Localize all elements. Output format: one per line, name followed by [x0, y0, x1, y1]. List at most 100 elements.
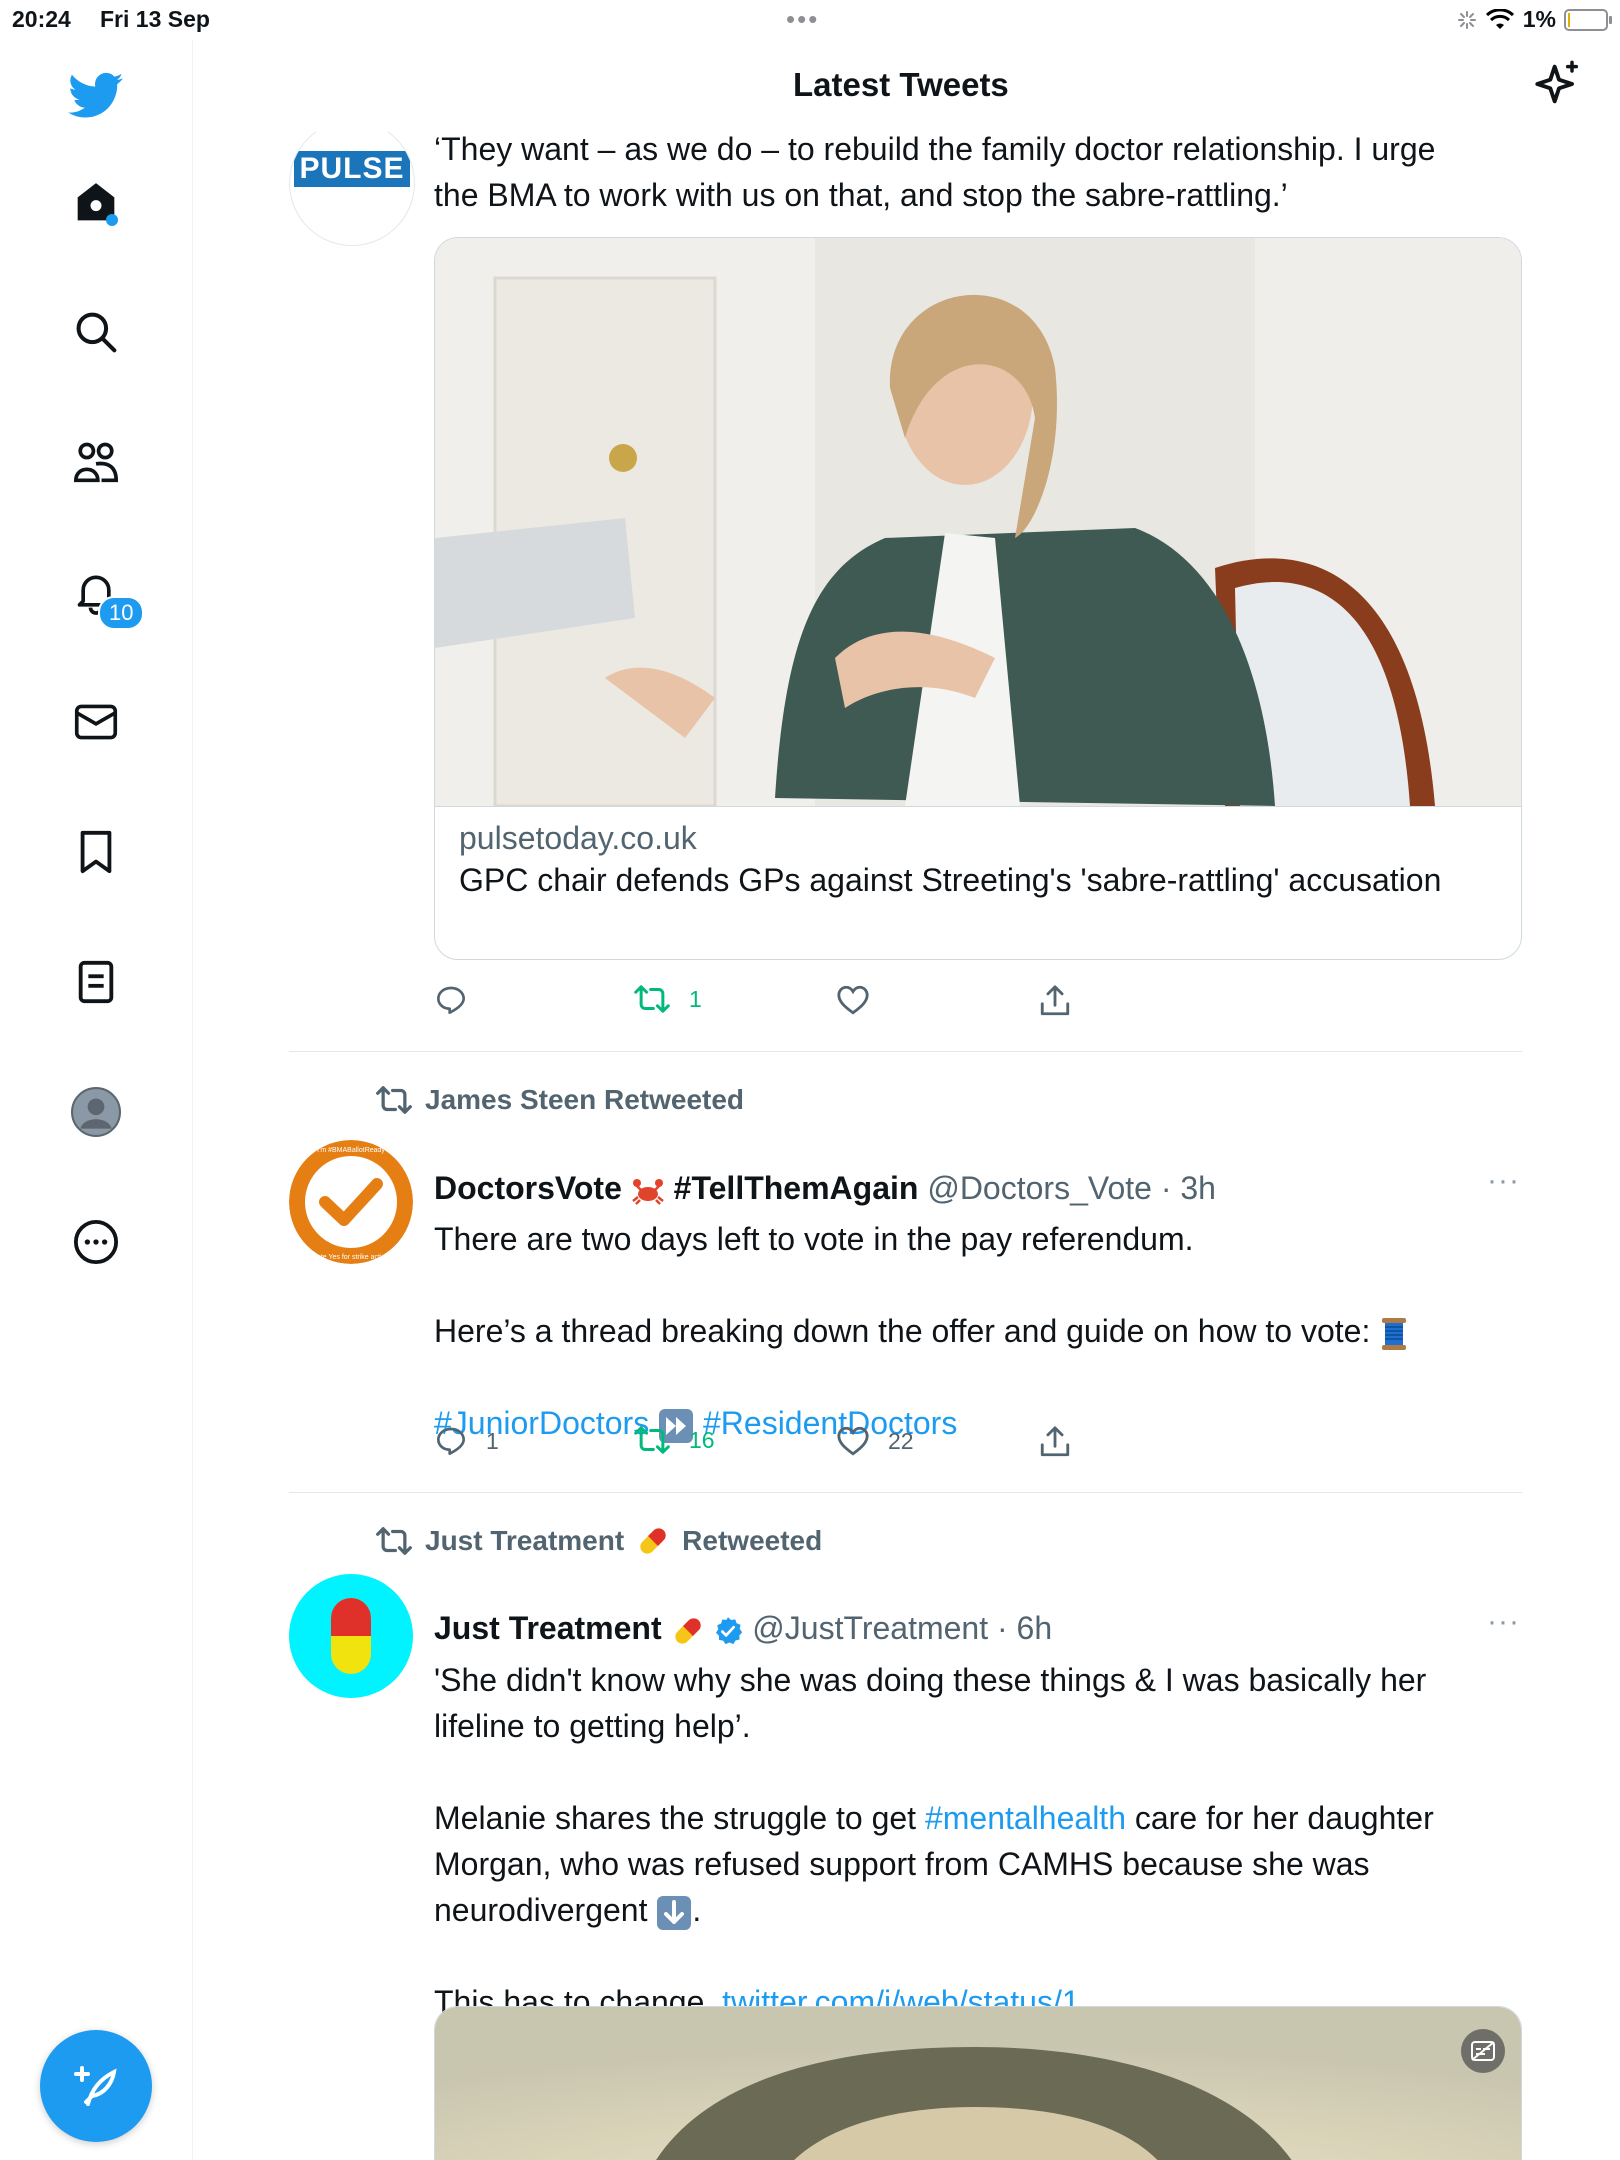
- crab-emoji-icon: [631, 1178, 664, 1205]
- verified-badge-icon: [716, 1616, 743, 1644]
- multitasking-dots-icon[interactable]: •••: [786, 4, 819, 35]
- tweet2-author-line[interactable]: DoctorsVote #TellThemAgain @Doctors_Vote…: [434, 1170, 1216, 1207]
- retweet-icon: [634, 985, 670, 1013]
- justtreatment-avatar[interactable]: [289, 1574, 413, 1698]
- avatar-badge-text-top: I'm #BMABallotReady: [317, 1147, 385, 1154]
- tweet1-retweet-count: 1: [689, 985, 702, 1012]
- tweet2-retweeted-by[interactable]: James Steen Retweeted: [375, 1084, 744, 1116]
- pulse-avatar[interactable]: PULSE: [289, 120, 415, 246]
- loading-spinner-icon: [1457, 10, 1476, 29]
- timeline-sparkle-icon[interactable]: [1533, 58, 1585, 115]
- tweet2-more-options-icon[interactable]: ···: [1487, 1164, 1520, 1198]
- tweet2-retweet-button[interactable]: 16: [633, 1425, 715, 1455]
- tweet2-reply-count: 1: [486, 1427, 499, 1454]
- retweet-small-icon: [376, 1086, 412, 1114]
- like-heart-icon: [837, 985, 869, 1015]
- status-bar: 20:24 Fri 13 Sep ••• 1%: [0, 0, 1620, 40]
- tweet3-author-name[interactable]: Just Treatment: [434, 1610, 662, 1646]
- reply-icon: [437, 986, 465, 1014]
- video-thumbnail: [435, 2007, 1521, 2160]
- pulse-logo-text: PULSE: [294, 151, 410, 187]
- share-icon: [1040, 985, 1070, 1016]
- pill-emoji-icon: [674, 1617, 701, 1644]
- page-title: Latest Tweets: [793, 66, 1009, 103]
- tweet2-line1: There are two days left to vote in the p…: [434, 1221, 1194, 1257]
- captions-toggle-icon[interactable]: [1461, 2029, 1505, 2073]
- card-title: GPC chair defends GPs against Streeting'…: [459, 862, 1442, 898]
- tweet3-retweeter-name: Just Treatment: [425, 1525, 625, 1556]
- tweet2-hashtags-row: #JuniorDoctors #ResidentDoctors: [434, 1400, 1514, 1446]
- down-arrow-emoji-icon: [657, 1895, 692, 1930]
- tweet2-share-button[interactable]: [1039, 1425, 1071, 1459]
- nav-bookmarks-icon[interactable]: [68, 824, 124, 880]
- tweet1-text-line2: the BMA to work with us on that, and sto…: [434, 177, 1288, 213]
- link-card[interactable]: pulsetoday.co.uk GPC chair defends GPs a…: [434, 237, 1522, 960]
- sidebar: 10: [0, 40, 193, 2160]
- tweet2-retweeted-by-text: James Steen Retweeted: [425, 1084, 745, 1115]
- tweet3-more-options-icon[interactable]: ···: [1487, 1605, 1520, 1639]
- tweet3-para2-pre: Melanie shares the struggle to get: [434, 1800, 925, 1836]
- nav-search-icon[interactable]: [68, 304, 124, 360]
- tweet2-handle[interactable]: @Doctors_Vote: [927, 1170, 1152, 1206]
- tweet3-para2-line3: neurodivergent: [434, 1892, 648, 1928]
- notification-badge: 10: [98, 596, 145, 630]
- tweet3-para2-line1: Melanie shares the struggle to get #ment…: [434, 1795, 1534, 1841]
- tweet-divider: [289, 1492, 1522, 1493]
- compose-tweet-button[interactable]: [40, 2030, 152, 2142]
- tweet1-text: ‘They want – as we do – to rebuild the f…: [434, 126, 1435, 218]
- tweet1-like-button[interactable]: [836, 984, 870, 1016]
- tweet3-para2-post: care for her daughter: [1125, 1800, 1434, 1836]
- nav-lists-icon[interactable]: [68, 954, 124, 1010]
- thread-spool-emoji-icon: [1382, 1317, 1407, 1350]
- tweet2-reply-button[interactable]: 1: [434, 1425, 499, 1457]
- tweet1-text-line1: ‘They want – as we do – to rebuild the f…: [434, 131, 1436, 167]
- tweet3-text: 'She didn't know why she was doing these…: [434, 1657, 1534, 2025]
- tweet2-line2-row: Here’s a thread breaking down the offer …: [434, 1308, 1514, 1354]
- nav-messages-icon[interactable]: [68, 694, 124, 750]
- home-unread-dot: [106, 214, 118, 226]
- tweet3-retweeted-suffix: Retweeted: [682, 1525, 823, 1556]
- article-photo: [435, 238, 1521, 807]
- tweet3-author-line[interactable]: Just Treatment @JustTreatment · 6h: [434, 1610, 1052, 1648]
- retweet-icon: [634, 1426, 670, 1454]
- tweet1-reply-button[interactable]: [434, 984, 468, 1016]
- tweet3-time[interactable]: 6h: [1017, 1610, 1053, 1646]
- hashtag-mentalhealth[interactable]: #mentalhealth: [925, 1800, 1126, 1836]
- tweet3-handle[interactable]: @JustTreatment: [752, 1610, 988, 1646]
- tweet2-text: There are two days left to vote in the p…: [434, 1216, 1514, 1446]
- tweet2-time[interactable]: 3h: [1180, 1170, 1216, 1206]
- doctorsvote-avatar[interactable]: I'm #BMABallotReady Vote Yes for strike …: [289, 1140, 413, 1264]
- avatar-badge-text-bottom: Vote Yes for strike action: [313, 1254, 390, 1261]
- tweet3-retweeted-by[interactable]: Just Treatment Retweeted: [375, 1524, 822, 1558]
- tweet2-retweet-count: 16: [689, 1426, 715, 1453]
- status-right: 1%: [1457, 6, 1612, 33]
- hashtag-resident-doctors[interactable]: #ResidentDoctors: [703, 1405, 957, 1441]
- top-header: Latest Tweets: [193, 40, 1620, 132]
- tweet3-para2-end: .: [692, 1892, 702, 1928]
- retweet-small-icon: [376, 1527, 412, 1555]
- nav-communities-icon[interactable]: [68, 434, 124, 490]
- reply-icon: [437, 1427, 465, 1455]
- pill-emoji-icon: [640, 1528, 666, 1554]
- timeline-feed[interactable]: PULSE ‘They want – as we do – to rebuild…: [193, 40, 1620, 2160]
- tweet3-para2-line3-row: neurodivergent .: [434, 1887, 1534, 1933]
- tweet2-name-hashtag[interactable]: #TellThemAgain: [674, 1170, 919, 1206]
- status-date: Fri 13 Sep: [100, 6, 210, 32]
- battery-icon: [1564, 8, 1612, 31]
- battery-percent: 1%: [1522, 6, 1556, 32]
- tweet-divider: [289, 1051, 1522, 1052]
- tweet1-share-button[interactable]: [1039, 984, 1071, 1018]
- tweet3-video-media[interactable]: [434, 2006, 1522, 2160]
- nav-profile-avatar-icon[interactable]: [68, 1084, 124, 1140]
- twitter-logo-icon[interactable]: [68, 68, 124, 124]
- tweet3-para2-line2: Morgan, who was refused support from CAM…: [434, 1846, 1370, 1882]
- tweet2-like-count: 22: [888, 1427, 914, 1454]
- tweet2-line2: Here’s a thread breaking down the offer …: [434, 1313, 1371, 1349]
- status-time: 20:24: [12, 6, 71, 32]
- tweet2-author-name[interactable]: DoctorsVote: [434, 1170, 622, 1206]
- tweet1-retweet-button[interactable]: 1: [633, 984, 702, 1014]
- share-icon: [1040, 1426, 1070, 1457]
- nav-more-icon[interactable]: [68, 1214, 124, 1270]
- tweet2-like-button[interactable]: 22: [836, 1425, 914, 1457]
- card-domain: pulsetoday.co.uk: [459, 820, 697, 856]
